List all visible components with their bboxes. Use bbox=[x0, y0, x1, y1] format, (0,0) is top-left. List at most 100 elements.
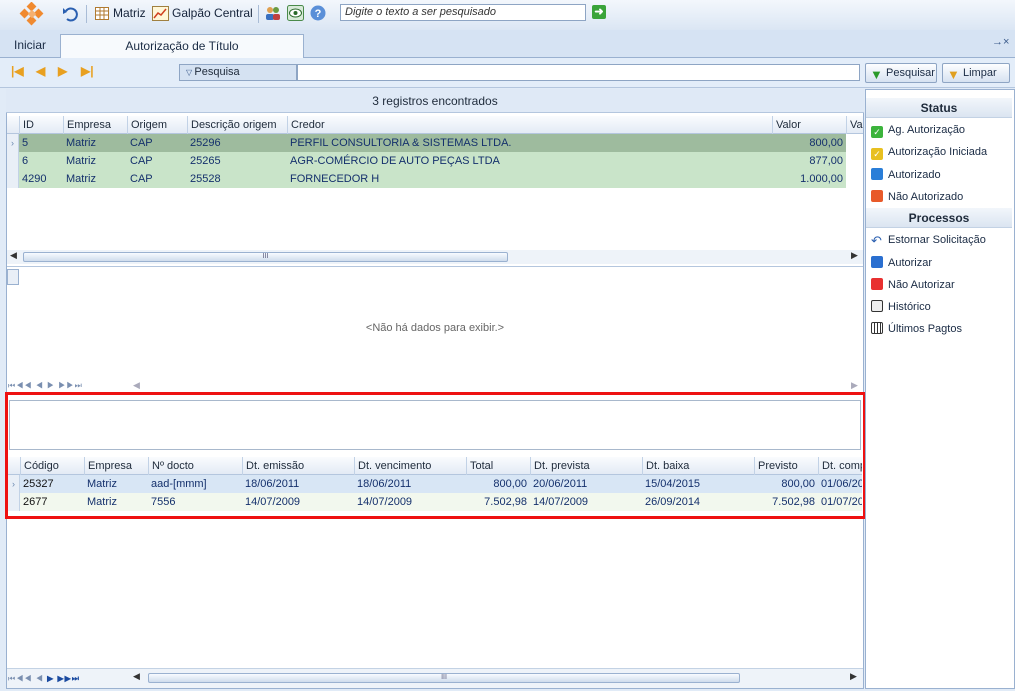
row-indicator bbox=[7, 170, 19, 188]
cell-origem: CAP bbox=[130, 137, 153, 149]
status-nao-autorizado[interactable]: Não Autorizado bbox=[871, 190, 963, 203]
cell-valor: 1.000,00 bbox=[800, 173, 843, 185]
last-record-icon[interactable]: ▶| bbox=[81, 64, 94, 78]
grid3-hscrollbar[interactable]: ◀ III ▶ bbox=[130, 671, 862, 685]
table-icon[interactable] bbox=[95, 7, 109, 20]
first-record-icon[interactable]: |◀ bbox=[11, 64, 24, 78]
svg-text:?: ? bbox=[315, 8, 322, 20]
book-icon bbox=[871, 300, 883, 312]
blue-square-icon bbox=[871, 256, 883, 268]
limpar-label: Limpar bbox=[963, 67, 997, 79]
cell-descricao: 25528 bbox=[190, 173, 221, 185]
status-ag-autorizacao[interactable]: ✓ Ag. Autorização bbox=[871, 124, 965, 138]
col-empresa[interactable]: Empresa bbox=[63, 116, 127, 134]
pesquisa-dropdown[interactable]: ▽ Pesquisa bbox=[179, 64, 297, 81]
scroll-left-icon[interactable]: ◀ bbox=[133, 380, 140, 391]
global-search-input[interactable]: Digite o texto a ser pesquisado bbox=[340, 4, 586, 21]
scroll-right-icon[interactable]: ▶ bbox=[850, 671, 857, 682]
ultimos-pagtos-action[interactable]: Últimos Pagtos bbox=[871, 322, 962, 335]
status-label: Autorização Iniciada bbox=[888, 146, 988, 158]
status-autorizacao-iniciada[interactable]: ✓ Autorização Iniciada bbox=[871, 146, 987, 160]
galpao-central-button[interactable]: Galpão Central bbox=[172, 6, 253, 20]
iniciar-button[interactable]: Iniciar bbox=[14, 38, 46, 52]
limpar-button[interactable]: ▼ Limpar bbox=[942, 63, 1010, 83]
table-row[interactable]: 6 Matriz CAP 25265 AGR-COMÉRCIO DE AUTO … bbox=[7, 152, 846, 170]
scroll-right-icon[interactable]: ▶ bbox=[851, 380, 858, 391]
view-icon[interactable] bbox=[287, 5, 304, 21]
scroll-thumb[interactable]: III bbox=[23, 252, 508, 262]
scroll-right-icon[interactable]: ▶ bbox=[851, 250, 858, 261]
no-data-message: <Não há dados para exibir.> bbox=[365, 322, 505, 334]
grid1-header: ID Empresa Origem Descrição origem Credo… bbox=[7, 116, 863, 134]
prev-record-icon[interactable]: ◀ bbox=[36, 64, 45, 78]
pesquisa-label: Pesquisa bbox=[194, 66, 240, 78]
status-autorizado[interactable]: Autorizado bbox=[871, 168, 941, 181]
pesquisar-label: Pesquisar bbox=[886, 67, 935, 79]
app-logo-icon[interactable] bbox=[18, 2, 46, 30]
search-go-icon[interactable]: ➜ bbox=[592, 5, 606, 19]
scroll-left-icon[interactable]: ◀ bbox=[10, 250, 17, 261]
highlight-box bbox=[5, 392, 866, 519]
toolbar-separator bbox=[258, 5, 259, 23]
table-row[interactable]: › 5 Matriz CAP 25296 PERFIL CONSULTORIA … bbox=[7, 134, 846, 152]
action-label: Últimos Pagtos bbox=[888, 323, 962, 335]
undo-icon[interactable] bbox=[62, 6, 78, 22]
check-icon: ✓ bbox=[871, 126, 883, 138]
cell-descricao: 25265 bbox=[190, 155, 221, 167]
col-valor[interactable]: Valor bbox=[772, 116, 846, 134]
cell-id: 5 bbox=[22, 137, 29, 149]
table-row[interactable]: 4290 Matriz CAP 25528 FORNECEDOR H 1.000… bbox=[7, 170, 846, 188]
cell-empresa: Matriz bbox=[66, 155, 96, 167]
cell-origem: CAP bbox=[130, 155, 153, 167]
action-label: Não Autorizar bbox=[888, 279, 955, 291]
status-label: Autorizado bbox=[888, 169, 941, 181]
action-label: Estornar Solicitação bbox=[888, 234, 986, 246]
users-icon[interactable] bbox=[264, 5, 282, 21]
cell-credor: AGR-COMÉRCIO DE AUTO PEÇAS LTDA bbox=[290, 155, 500, 167]
check-icon: ✓ bbox=[871, 148, 883, 160]
cell-id: 6 bbox=[22, 155, 29, 167]
estornar-solicitacao-action[interactable]: ↶ Estornar Solicitação bbox=[871, 234, 986, 247]
col-credor[interactable]: Credor bbox=[287, 116, 772, 134]
red-square-icon bbox=[871, 278, 883, 290]
col-id[interactable]: ID bbox=[19, 116, 63, 134]
col-origem[interactable]: Origem bbox=[127, 116, 187, 134]
cell-id: 4290 bbox=[22, 173, 47, 185]
grid1-corner bbox=[7, 116, 19, 134]
grid3-pager-icon[interactable]: ⏮◀◀ ◀ ▶ ▶▶⏭ bbox=[8, 674, 80, 684]
cell-valor: 800,00 bbox=[809, 137, 843, 149]
nao-autorizar-action[interactable]: Não Autorizar bbox=[871, 278, 955, 291]
grid1-hscrollbar[interactable]: ◀ III ▶ bbox=[7, 250, 863, 264]
action-label: Autorizar bbox=[888, 257, 933, 269]
col-descricao-origem[interactable]: Descrição origem bbox=[187, 116, 287, 134]
help-icon[interactable]: ? bbox=[310, 5, 326, 21]
filter-input[interactable] bbox=[297, 64, 860, 81]
cell-valor: 877,00 bbox=[809, 155, 843, 167]
cell-credor: FORNECEDOR H bbox=[290, 173, 380, 185]
cell-credor: PERFIL CONSULTORIA & SISTEMAS LTDA. bbox=[290, 137, 512, 149]
next-record-icon[interactable]: ▶ bbox=[58, 64, 67, 78]
historico-action[interactable]: Histórico bbox=[871, 300, 931, 313]
matriz-button[interactable]: Matriz bbox=[113, 6, 146, 20]
blue-square-icon bbox=[871, 168, 883, 180]
status-label: Ag. Autorização bbox=[888, 124, 966, 136]
tab-autorizacao-titulo[interactable]: Autorização de Título bbox=[60, 34, 304, 58]
grid2-pager-icon[interactable]: ⏮◀◀ ◀ ▶ ▶▶⏭ bbox=[8, 381, 83, 391]
clear-filter-icon: ▼ bbox=[947, 67, 960, 82]
orange-square-icon bbox=[871, 190, 883, 202]
col-var[interactable]: Var bbox=[846, 116, 863, 134]
scroll-thumb[interactable]: III bbox=[148, 673, 740, 683]
undo-icon: ↶ bbox=[871, 233, 882, 248]
cell-empresa: Matriz bbox=[66, 137, 96, 149]
chart-icon[interactable] bbox=[152, 6, 169, 21]
grid2-header-corner bbox=[7, 269, 19, 285]
autorizar-action[interactable]: Autorizar bbox=[871, 256, 932, 269]
cell-empresa: Matriz bbox=[66, 173, 96, 185]
tab-pin-close-icon[interactable]: →× bbox=[992, 36, 1009, 48]
toolbar-separator bbox=[86, 5, 87, 23]
action-label: Histórico bbox=[888, 301, 931, 313]
scroll-left-icon[interactable]: ◀ bbox=[133, 671, 140, 682]
pesquisar-button[interactable]: ▼ Pesquisar bbox=[865, 63, 937, 83]
processos-heading: Processos bbox=[866, 208, 1012, 228]
columns-icon bbox=[871, 322, 883, 334]
